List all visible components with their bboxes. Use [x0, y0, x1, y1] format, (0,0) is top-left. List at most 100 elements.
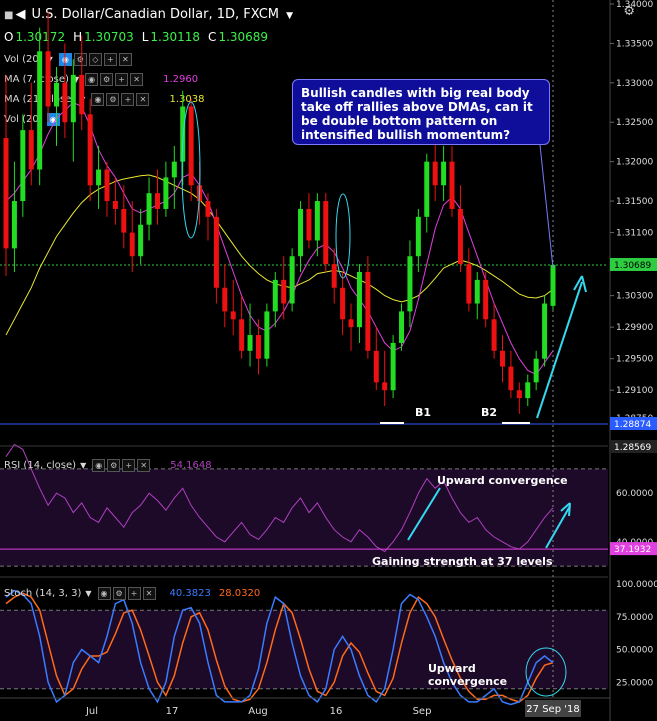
candle-body: [121, 208, 127, 233]
chevron-down-icon[interactable]: ▼: [80, 461, 86, 470]
candle: [222, 264, 228, 328]
candle-body: [20, 130, 26, 202]
candle: [53, 67, 59, 146]
candle: [37, 27, 43, 186]
callout-pointer: [539, 144, 554, 269]
close-icon[interactable]: ✕: [137, 459, 151, 472]
candle: [491, 303, 497, 359]
indicator-rsi[interactable]: RSI (14, close) ▼ ◉ ⚙ + ✕ 54.1648: [4, 459, 212, 472]
candle: [449, 145, 455, 217]
candle-body: [79, 74, 85, 115]
candle: [129, 201, 135, 272]
candle: [121, 185, 127, 249]
gear-icon[interactable]: ⚙: [112, 587, 126, 600]
candle: [281, 256, 287, 320]
candle: [70, 59, 76, 162]
price-badge-support-text: 1.28874: [614, 420, 651, 430]
candle: [356, 264, 362, 343]
plus-icon[interactable]: +: [122, 459, 136, 472]
visibility-eye-icon[interactable]: ◉: [97, 587, 111, 600]
candle: [474, 271, 480, 320]
candle: [533, 350, 539, 391]
candle-body: [62, 82, 68, 123]
candle: [79, 35, 85, 131]
rsi-badge-text: 37.1932: [614, 545, 651, 555]
time-tick-label: Jul: [85, 706, 98, 717]
bottom-label-b2: B2: [481, 406, 498, 419]
candle-body: [188, 106, 194, 186]
candle: [96, 145, 102, 209]
candle-body: [96, 169, 102, 186]
candle-body: [508, 366, 514, 391]
candle-body: [87, 114, 93, 186]
candle: [289, 248, 295, 312]
candle: [457, 185, 463, 272]
candle: [407, 240, 413, 328]
candle-body: [45, 51, 51, 107]
visibility-eye-icon[interactable]: ◉: [92, 459, 106, 472]
candle-body: [483, 279, 489, 320]
candle-body: [53, 82, 59, 107]
time-tick-label: 17: [166, 706, 179, 717]
candle: [508, 350, 514, 399]
candle: [542, 295, 548, 367]
candle: [424, 153, 430, 233]
stoch-tick-label: 50.0000: [616, 646, 653, 656]
candle-body: [171, 161, 177, 178]
candle-body: [424, 161, 430, 217]
candle-body: [500, 350, 506, 367]
chevron-down-icon[interactable]: ▼: [85, 589, 91, 598]
price-tick-label: 1.30300: [616, 292, 653, 302]
price-tick-label: 1.29100: [616, 386, 653, 396]
rsi-tick-label: 60.0000: [616, 489, 653, 499]
candle: [441, 145, 447, 202]
stoch-tick-label: 75.0000: [616, 613, 653, 623]
bottom-label-b1: B1: [415, 406, 432, 419]
candle: [239, 295, 245, 359]
stoch-annotation-line1: Upward: [428, 662, 476, 675]
candle-body: [146, 193, 152, 225]
candle: [272, 271, 278, 328]
indicator-label: RSI (14, close): [4, 460, 77, 471]
candle: [45, 11, 51, 123]
candle-body: [457, 208, 463, 265]
candle: [11, 161, 17, 272]
candle: [306, 193, 312, 249]
candle-body: [37, 51, 43, 170]
candle: [373, 327, 379, 391]
close-icon[interactable]: ✕: [142, 587, 156, 600]
plus-icon[interactable]: +: [127, 587, 141, 600]
candle-body: [382, 382, 388, 391]
candle-body: [516, 390, 522, 399]
candle: [104, 161, 110, 217]
candle-body: [230, 311, 236, 320]
candle: [3, 74, 9, 276]
candle: [188, 98, 194, 202]
candle-body: [525, 382, 531, 399]
candle: [525, 374, 531, 406]
candle-body: [239, 319, 245, 351]
candle: [516, 382, 522, 414]
candle-body: [11, 201, 17, 249]
candle: [138, 208, 144, 265]
candle: [28, 82, 34, 186]
candle-body: [104, 169, 110, 202]
candle: [264, 303, 270, 367]
candle-body: [298, 208, 304, 257]
price-tick-label: 1.29500: [616, 355, 653, 365]
rsi-strength-annotation: Gaining strength at 37 levels: [372, 555, 553, 568]
candle: [415, 208, 421, 272]
stoch-tick-label: 100.0000: [616, 580, 657, 590]
candle-body: [213, 216, 219, 288]
gear-icon[interactable]: ⚙: [107, 459, 121, 472]
price-tick-label: 1.33000: [616, 79, 653, 89]
indicator-stoch[interactable]: Stoch (14, 3, 3) ▼ ◉ ⚙ + ✕ 40.3823 28.03…: [4, 587, 260, 600]
candles: [3, 11, 556, 414]
price-badge-current-text: 1.30689: [614, 261, 651, 271]
highlight-ellipse: [335, 193, 351, 279]
price-tick-label: 1.32000: [616, 158, 653, 168]
candle-body: [129, 232, 135, 257]
indicator-label: Stoch (14, 3, 3): [4, 588, 82, 599]
candle-body: [281, 279, 287, 304]
candle-body: [70, 74, 76, 123]
